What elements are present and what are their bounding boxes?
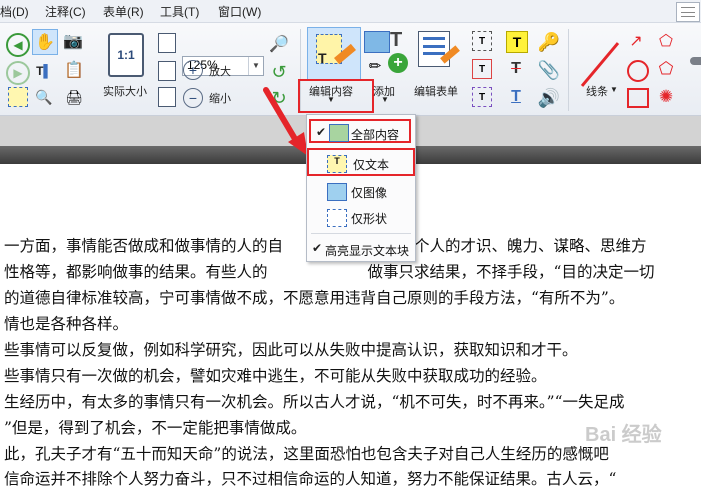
pencil-icon[interactable]: ✏ (364, 57, 386, 75)
typewriter-icon[interactable]: 🖨 (62, 87, 86, 107)
zoom-in-icon[interactable]: + (183, 60, 203, 80)
eraser-icon[interactable] (690, 57, 701, 65)
zoom-in-label[interactable]: 放大 (209, 63, 231, 79)
image-only-icon (327, 183, 347, 201)
forward-icon[interactable]: ▶ (6, 61, 30, 85)
menu-item-image-only[interactable]: 仅图像 (307, 179, 415, 203)
menu-comment[interactable]: 注释(C) (45, 3, 86, 20)
back-icon[interactable]: ◀ (6, 33, 30, 57)
camera-icon[interactable]: 📷 (62, 31, 84, 51)
all-content-icon (329, 124, 349, 142)
strikeout-icon[interactable]: T (506, 59, 526, 79)
polygon-icon[interactable]: ⬠ (656, 31, 676, 51)
key-icon[interactable]: 🔑 (538, 31, 560, 53)
menu-item-label: 高亮显示文本块 (325, 244, 410, 258)
edit-content-icon[interactable]: T (307, 27, 361, 81)
doc-line-10: 信命运并不排除个人努力奋斗，只不过相信命运的人知道，努力不能保证结果。古人云，“ (4, 470, 617, 488)
add-icon[interactable]: + (388, 53, 408, 73)
chevron-down-icon[interactable]: ▼ (327, 95, 335, 104)
attachment-icon[interactable]: 📎 (538, 59, 560, 81)
lines-label[interactable]: 线条 (586, 83, 608, 99)
line-tool-icon[interactable] (580, 42, 620, 87)
doc-line-5: 些事情可以反复做，例如科学研究，因此可以从失败中提高认识，获取知识和才干。 (4, 341, 578, 359)
text-icon[interactable]: T (390, 29, 402, 52)
cloud-icon[interactable]: ✺ (656, 87, 676, 107)
menu-separator (311, 233, 411, 234)
menu-tools[interactable]: 工具(T) (160, 3, 199, 20)
zoom-out-label[interactable]: 缩小 (209, 90, 231, 106)
clipboard-icon[interactable]: 📋 (62, 59, 86, 81)
chevron-down-icon[interactable]: ▼ (381, 95, 389, 104)
doc-line-3: 的道德自律标准较高，宁可事情做不成，不愿意用违背自己原则的手段方法，“有所不为”… (4, 289, 625, 307)
shape-only-icon (327, 209, 347, 227)
doc-line-4: 情也是各种各样。 (4, 315, 129, 333)
rotate-left-icon[interactable]: ↺ (268, 61, 290, 83)
select-text-icon[interactable]: T ▌ (32, 61, 56, 81)
menu-item-all-content[interactable]: ✔ 全部内容 (309, 119, 411, 143)
highlight-text-icon[interactable]: T (506, 31, 528, 53)
menu-form[interactable]: 表单(R) (103, 3, 144, 20)
menu-item-label: 仅图像 (351, 186, 388, 200)
rectangle-icon[interactable] (627, 88, 649, 108)
chevron-down-icon[interactable]: ▼ (610, 85, 618, 94)
doc-line-7: 生经历中，有太多的事情只有一次机会。所以古人才说，“机不可失，时不再来。”“一失… (4, 393, 625, 411)
watermark: Bai 经验 (585, 424, 662, 446)
callout-icon[interactable]: T (472, 87, 492, 107)
doc-line-6: 些事情只有一次做的机会，譬如灾难中逃生，不可能从失败中获取成功的经验。 (4, 367, 547, 385)
menu-document[interactable]: 档(D) (0, 3, 29, 20)
sound-icon[interactable]: 🔊 (538, 87, 560, 109)
notepad-icon[interactable] (676, 2, 700, 22)
doc-line-9: 此，孔夫子才有“五十而知天命”的说法，这里面恐怕也包含夫子对自己人生经历的感慨吧 (4, 445, 609, 463)
menu-window[interactable]: 窗口(W) (218, 3, 261, 20)
ellipse-icon[interactable] (627, 60, 649, 82)
text-only-icon: T (327, 155, 347, 173)
arrow-icon[interactable]: ↗ (626, 31, 646, 51)
doc-line-2: 性格等，都影响做事的结果。有些人的 做事只求结果，不择手段，“目的决定一切 (4, 263, 655, 281)
image-icon[interactable] (364, 31, 390, 53)
hand-tool-icon[interactable]: ✋ (32, 29, 58, 55)
menu-item-shape-only[interactable]: 仅形状 (307, 205, 415, 229)
chevron-down-icon[interactable]: ▼ (248, 57, 263, 75)
doc-line-8: ”但是，得到了机会，不一定能把事情做成。 (4, 419, 307, 437)
text-field-icon[interactable]: T (472, 31, 492, 51)
check-icon: ✔ (312, 241, 323, 255)
actual-size-icon[interactable]: 1:1 (108, 33, 144, 77)
pentagon-icon[interactable]: ⬠ (656, 59, 676, 79)
zoom-out-icon[interactable]: − (183, 88, 203, 108)
menu-item-label: 仅文本 (353, 158, 390, 172)
select-area-icon[interactable] (8, 87, 28, 107)
edit-content-dropdown: ✔ 全部内容 T 仅文本 仅图像 仅形状 ✔ 高亮显示文本块 (306, 114, 416, 262)
fit-visible-icon[interactable] (158, 87, 176, 107)
edit-form-label[interactable]: 编辑表单 (414, 83, 458, 99)
menu-item-text-only[interactable]: T 仅文本 (307, 148, 415, 176)
ribbon-toolbar: ◀ ▶ ✋ 📷 T ▌ 📋 🔍 🖨 1:1 实际大小 125% ▼ + 放大 − … (0, 23, 701, 116)
text-box-icon[interactable]: T (472, 59, 492, 79)
menu-item-highlight-text-blocks[interactable]: ✔ 高亮显示文本块 (307, 237, 415, 261)
actual-size-label[interactable]: 实际大小 (103, 83, 147, 99)
check-icon: ✔ (316, 125, 327, 139)
fit-width-icon[interactable] (158, 61, 176, 81)
fit-page-icon[interactable] (158, 33, 176, 53)
find-icon[interactable]: 🔍 (32, 87, 56, 107)
underline-icon[interactable]: T (506, 87, 526, 107)
menu-item-label: 仅形状 (351, 212, 388, 226)
magnifier-icon[interactable]: 🔎 (268, 33, 290, 55)
menu-bar: 档(D) 注释(C) 表单(R) 工具(T) 窗口(W) (0, 0, 701, 23)
menu-item-label: 全部内容 (351, 128, 400, 142)
